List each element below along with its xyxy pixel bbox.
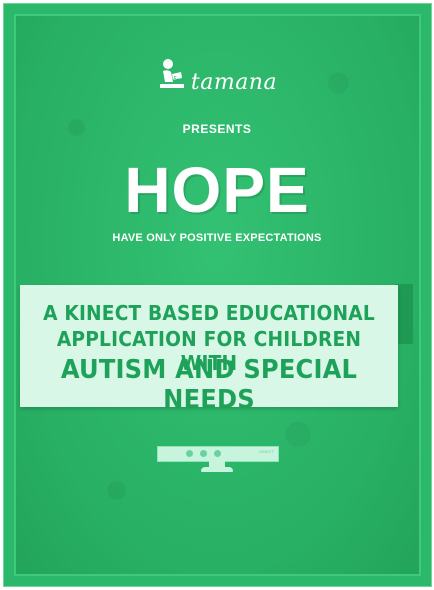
reading-person-icon: & (159, 59, 184, 88)
sensor-base (201, 467, 233, 472)
svg-text:&: & (173, 75, 179, 83)
brand-name: tamana (190, 70, 278, 95)
description-banner: A KINECT BASED EDUCATIONAL APPLICATION F… (20, 285, 398, 415)
sensor-lens-left (186, 450, 193, 457)
kinect-sensor-icon: KINECT (157, 446, 279, 462)
sensor-lens-center (200, 450, 207, 457)
sensor-label: KINECT (259, 449, 274, 454)
presents-label: PRESENTS (182, 122, 252, 136)
brand-logo: & tamana (0, 54, 434, 94)
page-subtitle: HAVE ONLY POSITIVE EXPECTATIONS (112, 232, 322, 244)
banner-line-3: AUTISM AND SPECIAL NEEDS (60, 355, 358, 415)
page-title: HOPE (124, 154, 310, 226)
banner-line-1: A KINECT BASED EDUCATIONAL (43, 301, 375, 325)
sensor-lens-right (214, 450, 221, 457)
poster-frame: & tamana PRESENTS HOPE HAVE ONLY POSITIV… (0, 0, 434, 590)
